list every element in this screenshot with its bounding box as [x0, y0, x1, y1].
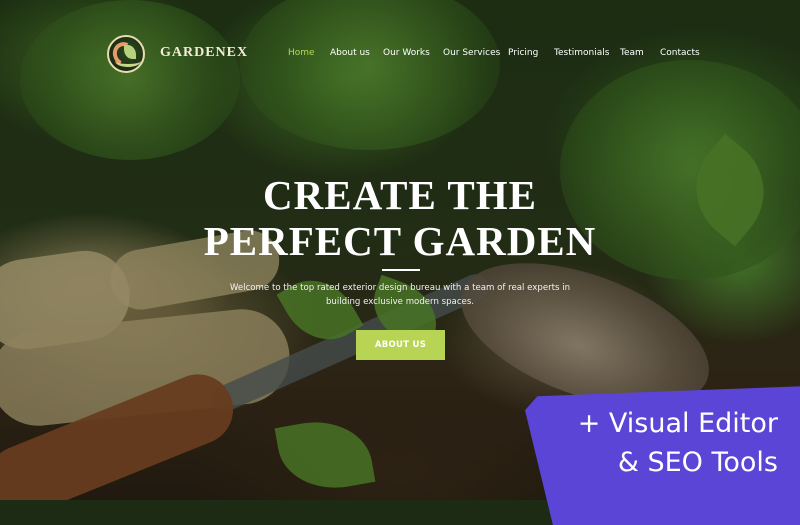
nav-item-our-services[interactable]: Our Services [443, 48, 500, 58]
hero-description-line: Welcome to the top rated exterior design… [229, 283, 571, 293]
hero-title-line: CREATE THE [263, 172, 537, 218]
hero-title: CREATE THE PERFECT GARDEN [0, 172, 800, 264]
nav-item-testimonials[interactable]: Testimonials [554, 48, 609, 58]
nav-item-contacts[interactable]: Contacts [660, 48, 700, 58]
promo-text-line: & SEO Tools [617, 447, 778, 478]
leaf-emblem-icon[interactable] [107, 35, 145, 73]
nav-item-pricing[interactable]: Pricing [508, 48, 538, 58]
about-us-button[interactable]: ABOUT US [356, 330, 445, 360]
hero-title-line: PERFECT GARDEN [203, 218, 597, 264]
hero-description: Welcome to the top rated exterior design… [220, 281, 580, 309]
nav-item-home[interactable]: Home [288, 48, 315, 58]
nav-item-team[interactable]: Team [620, 48, 644, 58]
nav-item-our-works[interactable]: Our Works [383, 48, 430, 58]
title-divider [382, 269, 420, 271]
hero-description-line: building exclusive modern spaces. [325, 297, 475, 307]
logo-swoosh [115, 55, 141, 67]
brand-name[interactable]: GARDENEX [160, 45, 248, 61]
nav-item-about-us[interactable]: About us [330, 48, 370, 58]
promo-text-line: + Visual Editor [577, 408, 778, 439]
site-header: GARDENEX Home About us Our Works Our Ser… [0, 0, 800, 100]
